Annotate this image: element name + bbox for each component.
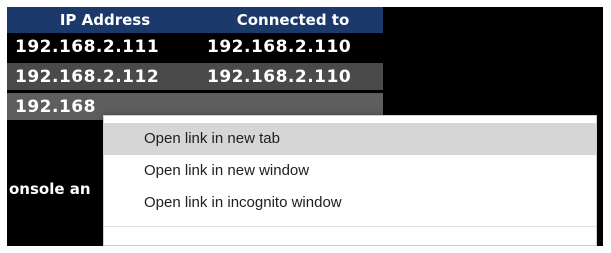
web-page-frame: IP Address Connected to 192.168.2.111 19…: [7, 7, 603, 246]
connected-to-header: Connected to: [236, 11, 350, 29]
table-row: 192.168.2.111 192.168.2.110: [7, 33, 383, 60]
ip-address-table: IP Address Connected to 192.168.2.111 19…: [7, 7, 383, 120]
menu-item-open-new-window[interactable]: Open link in new window: [104, 155, 596, 187]
connected-to-cell: 192.168.2.110: [207, 66, 352, 87]
menu-separator: [104, 226, 596, 227]
connected-to-cell: 192.168.2.110: [207, 36, 352, 57]
ip-address-cell: 192.168.2.111: [15, 36, 160, 57]
ip-address-link[interactable]: 192.168: [7, 97, 203, 117]
background-text: onsole an: [9, 180, 91, 198]
menu-item-open-new-tab[interactable]: Open link in new tab: [104, 123, 596, 155]
table-row: 192.168.2.112 192.168.2.110: [7, 63, 383, 90]
menu-item-open-incognito[interactable]: Open link in incognito window: [104, 187, 596, 219]
table-header-row: IP Address Connected to: [7, 7, 383, 33]
context-menu: Open link in new tab Open link in new wi…: [103, 115, 597, 246]
ip-address-header: IP Address: [59, 11, 151, 29]
ip-address-cell: 192.168.2.112: [15, 66, 160, 87]
